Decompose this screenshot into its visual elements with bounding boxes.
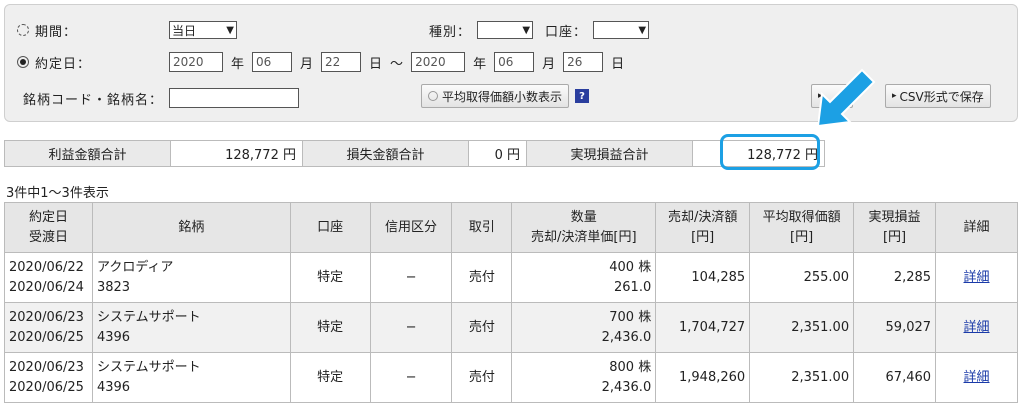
- from-month-input[interactable]: 06: [252, 52, 293, 72]
- radio-icon: [428, 91, 438, 101]
- profit-value: 128,772 円: [170, 140, 303, 167]
- stock-label: 銘柄コード・銘柄名：: [23, 92, 164, 108]
- table-row: 2020/06/22 2020/06/24 アクロディア 3823 特定 − 売付 …: [4, 252, 1018, 303]
- from-day-input[interactable]: 22: [321, 52, 362, 72]
- period-select[interactable]: 当日 ▼: [169, 21, 237, 39]
- range-separator: 〜: [390, 56, 404, 72]
- stock-input[interactable]: [169, 88, 300, 108]
- col-quantity: 数量 売却/決済単価[円]: [511, 202, 657, 253]
- trade-date-label: 約定日：: [35, 56, 92, 72]
- trade-date-radio[interactable]: [17, 56, 29, 68]
- col-account: 口座: [289, 202, 371, 253]
- chevron-down-icon: ▼: [226, 24, 234, 36]
- summary-table: 利益金額合計 128,772 円 損失金額合計 0 円 実現損益合計 128,7…: [4, 140, 825, 167]
- table-row: 2020/06/23 2020/06/25 システムサポート 4396 特定 − 売…: [4, 352, 1018, 403]
- loss-value: 0 円: [468, 140, 527, 167]
- month-unit: 月: [542, 56, 556, 72]
- col-avg-price: 平均取得価額 [円]: [749, 202, 855, 253]
- type-select[interactable]: ▼: [477, 21, 534, 39]
- arrow-annotation-icon: [818, 68, 876, 126]
- chevron-down-icon: ▼: [522, 24, 531, 36]
- table-row: 2020/06/23 2020/06/25 システムサポート 4396 特定 − 売…: [4, 302, 1018, 353]
- col-date: 約定日 受渡日: [4, 202, 93, 253]
- col-realized-pl: 実現損益 [円]: [853, 202, 937, 253]
- detail-link[interactable]: 詳細: [964, 320, 990, 335]
- year-unit: 年: [473, 56, 487, 72]
- period-label: 期間：: [35, 24, 78, 40]
- loss-label: 損失金額合計: [302, 140, 469, 167]
- highlight-box: [720, 134, 820, 170]
- col-stock: 銘柄: [91, 202, 291, 253]
- account-select[interactable]: ▼: [593, 21, 650, 39]
- realized-label: 実現損益合計: [526, 140, 693, 167]
- chevron-down-icon: ▼: [638, 24, 647, 36]
- col-detail: 詳細: [935, 202, 1018, 253]
- day-unit: 日: [611, 56, 625, 72]
- help-icon[interactable]: ?: [575, 89, 590, 103]
- play-icon: ▸: [892, 91, 897, 101]
- to-day-input[interactable]: 26: [563, 52, 604, 72]
- from-year-input[interactable]: 2020: [169, 52, 223, 72]
- avg-decimal-button[interactable]: 平均取得価額小数表示: [421, 84, 570, 108]
- to-month-input[interactable]: 06: [494, 52, 535, 72]
- csv-save-button[interactable]: ▸ CSV形式で保存: [885, 84, 991, 108]
- results-table: 約定日 受渡日 銘柄 口座 信用区分 取引 数量 売却/決済単価[円] 売却/決済額…: [4, 202, 1018, 403]
- to-year-input[interactable]: 2020: [411, 52, 466, 72]
- detail-link[interactable]: 詳細: [964, 270, 990, 285]
- detail-link[interactable]: 詳細: [964, 370, 990, 385]
- type-label: 種別：: [429, 24, 472, 40]
- account-label: 口座：: [545, 24, 588, 40]
- col-sale-amount: 売却/決済額 [円]: [655, 202, 751, 253]
- year-unit: 年: [231, 56, 245, 72]
- col-credit: 信用区分: [369, 202, 453, 253]
- table-header-row: 約定日 受渡日 銘柄 口座 信用区分 取引 数量 売却/決済単価[円] 売却/決済額…: [4, 202, 1018, 253]
- col-trade: 取引: [451, 202, 513, 253]
- result-count: 3件中1〜3件表示: [6, 186, 109, 201]
- period-radio[interactable]: [17, 24, 29, 36]
- day-unit: 日: [369, 56, 383, 72]
- month-unit: 月: [300, 56, 314, 72]
- profit-label: 利益金額合計: [4, 140, 171, 167]
